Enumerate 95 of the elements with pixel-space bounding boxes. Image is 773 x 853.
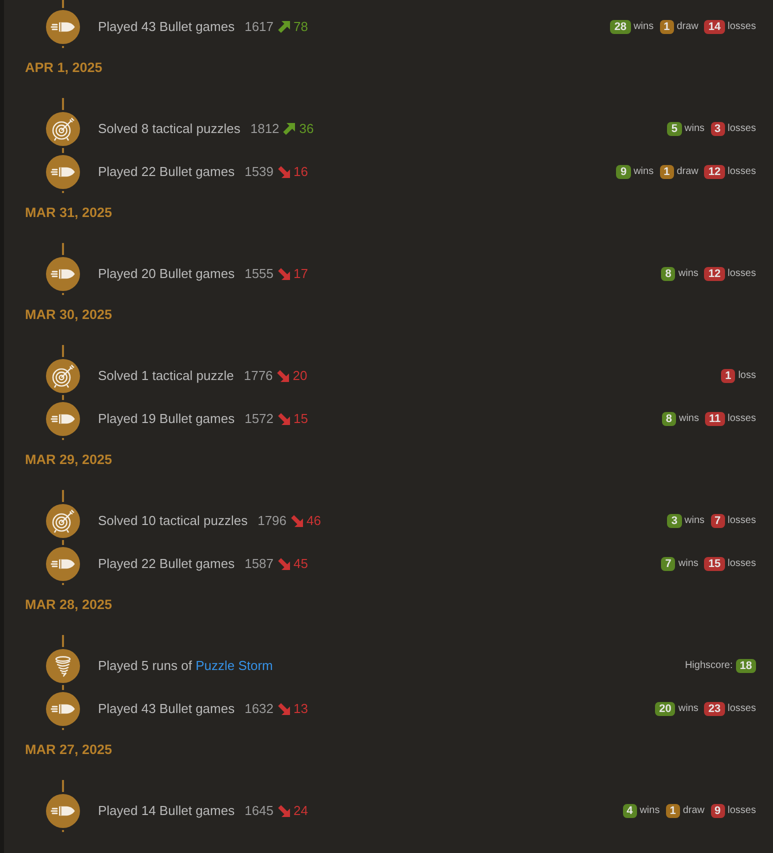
activity-text: Played 20 Bullet games bbox=[98, 266, 235, 281]
rating-change: 45 bbox=[294, 556, 308, 571]
bullet-icon bbox=[46, 10, 80, 44]
rating-value: 1776 bbox=[244, 368, 273, 383]
result-label: losses bbox=[728, 268, 756, 279]
date-heading: MAR 27, 2025 bbox=[25, 742, 112, 758]
losses-count: 3 bbox=[710, 122, 725, 136]
activity-text: Played 14 Bullet games bbox=[98, 803, 235, 818]
activity-text: Solved 10 tactical puzzles bbox=[98, 513, 248, 528]
bullet-icon bbox=[46, 154, 80, 188]
wins-count: 8 bbox=[662, 412, 676, 426]
result-label: losses bbox=[728, 413, 756, 424]
result-label: loss bbox=[738, 370, 756, 381]
wins-count: 3 bbox=[667, 514, 682, 528]
rating-change: 16 bbox=[294, 164, 308, 179]
rating-value: 1796 bbox=[258, 513, 287, 528]
losses-count: 23 bbox=[704, 702, 725, 716]
result-label: losses bbox=[728, 558, 756, 569]
result-label: losses bbox=[728, 703, 756, 714]
rating-value: 1645 bbox=[244, 803, 274, 818]
wins-count: 28 bbox=[610, 20, 631, 34]
activity-text: Played 19 Bullet games bbox=[98, 411, 235, 426]
tornado-icon bbox=[46, 648, 80, 682]
wins-count: 9 bbox=[616, 164, 631, 178]
bullet-icon bbox=[46, 256, 80, 290]
result-label: draw bbox=[676, 21, 698, 32]
rating-change: 17 bbox=[294, 266, 308, 281]
target-icon bbox=[46, 504, 80, 538]
losses-count: 12 bbox=[704, 266, 725, 280]
rating-change: 36 bbox=[299, 121, 314, 136]
result-label: wins bbox=[684, 123, 705, 134]
result-label: losses bbox=[728, 21, 756, 32]
wins-count: 7 bbox=[661, 556, 676, 570]
rating-change: 15 bbox=[294, 411, 308, 426]
rating-value: 1555 bbox=[244, 266, 274, 281]
date-heading: MAR 30, 2025 bbox=[25, 307, 112, 323]
activity-text: Solved 8 tactical puzzles bbox=[98, 121, 240, 136]
puzzle-storm-link[interactable]: Puzzle Storm bbox=[196, 658, 273, 673]
losses-count: 15 bbox=[704, 556, 725, 570]
losses-count: 11 bbox=[705, 412, 725, 426]
result-label: Highscore: bbox=[684, 660, 733, 671]
bullet-icon bbox=[46, 692, 80, 726]
draws-count: 1 bbox=[660, 164, 674, 178]
result-label: wins bbox=[678, 558, 698, 569]
rating-value: 1539 bbox=[244, 164, 274, 179]
result-label: wins bbox=[634, 21, 654, 32]
activity-text: Played 43 Bullet games bbox=[98, 19, 235, 34]
result-label: wins bbox=[640, 805, 660, 816]
rating-value: 1572 bbox=[244, 411, 274, 426]
target-icon bbox=[46, 112, 80, 146]
result-label: losses bbox=[728, 515, 756, 526]
rating-change: 78 bbox=[294, 19, 308, 34]
bullet-icon bbox=[46, 794, 80, 828]
rating-change: 13 bbox=[294, 701, 308, 716]
losses-count: 12 bbox=[704, 164, 725, 178]
losses-count: 1 bbox=[721, 368, 736, 382]
rating-change: 24 bbox=[294, 803, 308, 818]
result-label: draw bbox=[676, 166, 698, 177]
result-label: wins bbox=[678, 703, 698, 714]
target-icon bbox=[46, 358, 80, 392]
activity-text: Played 22 Bullet games bbox=[98, 164, 235, 179]
activity-text: Played 5 runs of Puzzle Storm bbox=[98, 658, 273, 673]
bullet-icon bbox=[46, 546, 80, 580]
result-label: wins bbox=[678, 413, 699, 424]
wins-count: 5 bbox=[667, 122, 682, 136]
date-heading: MAR 31, 2025 bbox=[25, 205, 112, 221]
activity-text: Solved 1 tactical puzzle bbox=[98, 368, 234, 383]
rating-change: 20 bbox=[292, 368, 308, 383]
result-label: wins bbox=[634, 166, 654, 177]
date-heading: MAR 29, 2025 bbox=[25, 452, 112, 468]
rating-change: 46 bbox=[306, 513, 321, 528]
result-label: draw bbox=[682, 805, 705, 816]
bullet-icon bbox=[46, 402, 80, 436]
result-label: losses bbox=[728, 805, 756, 816]
result-label: wins bbox=[678, 268, 698, 279]
result-label: losses bbox=[728, 123, 756, 134]
result-label: losses bbox=[728, 166, 756, 177]
activity-text: Played 22 Bullet games bbox=[98, 556, 235, 571]
draws-count: 1 bbox=[666, 804, 680, 818]
losses-count: 7 bbox=[710, 514, 725, 528]
losses-count: 14 bbox=[704, 20, 725, 34]
date-heading: APR 1, 2025 bbox=[25, 60, 102, 76]
highscore-count: 18 bbox=[736, 658, 756, 672]
wins-count: 8 bbox=[661, 266, 676, 280]
losses-count: 9 bbox=[710, 804, 725, 818]
wins-count: 20 bbox=[655, 702, 676, 716]
rating-value: 1632 bbox=[244, 701, 274, 716]
draws-count: 1 bbox=[660, 20, 674, 34]
wins-count: 4 bbox=[622, 804, 637, 818]
rating-value: 1812 bbox=[250, 121, 280, 136]
date-heading: MAR 28, 2025 bbox=[25, 597, 112, 613]
result-label: wins bbox=[684, 515, 705, 526]
activity-text: Played 43 Bullet games bbox=[98, 701, 235, 716]
rating-value: 1587 bbox=[244, 556, 274, 571]
rating-value: 1617 bbox=[244, 19, 274, 34]
